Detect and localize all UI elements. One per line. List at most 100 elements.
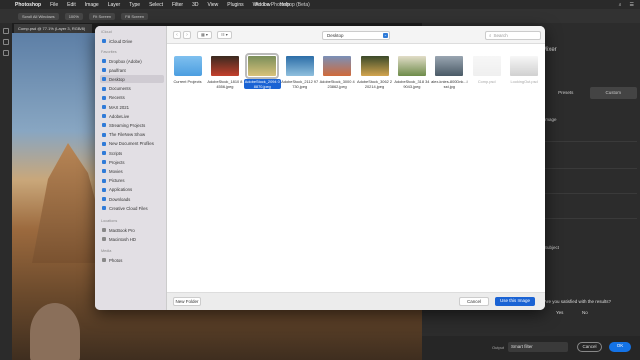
sidebar-item-label: Photos [109, 257, 123, 263]
scroll-all-windows-checkbox[interactable]: Scroll All Windows [18, 12, 59, 20]
menu-view[interactable]: View [208, 2, 219, 8]
sidebar-item-downloads[interactable]: Downloads [100, 195, 164, 203]
file-item[interactable]: AdobeStock_2112 97730.jpeg [281, 56, 318, 89]
tab-custom[interactable]: Custom [589, 87, 637, 99]
divider [542, 218, 637, 219]
chevron-down-icon: ⌄ [383, 33, 388, 38]
new-folder-button[interactable]: New Folder [173, 297, 201, 306]
file-item[interactable]: AdobeStock_318 349043.jpeg [393, 56, 430, 89]
sidebar-item-projects[interactable]: Projects [100, 158, 164, 166]
search-icon[interactable]: ⌕ [619, 2, 622, 8]
back-icon[interactable]: ‹ [173, 31, 181, 39]
file-name: AdobeStock_2112 97730.jpeg [281, 79, 319, 89]
forward-icon[interactable]: › [183, 31, 191, 39]
divider [542, 168, 637, 169]
group-view-icon[interactable]: ☷ ▾ [217, 31, 232, 39]
sidebar-item-the-filenew-show[interactable]: The FileNew Show [100, 131, 164, 139]
folder-icon [102, 206, 106, 211]
menu-file[interactable]: File [50, 2, 58, 8]
sidebar-item-label: paulfrant [109, 67, 126, 73]
file-thumbnail [360, 56, 389, 76]
menu-type[interactable]: Type [129, 2, 140, 8]
zoom-100-button[interactable]: 100% [64, 12, 83, 20]
sidebar-item-label: Downloads [109, 196, 131, 202]
panel-ok-button[interactable]: OK [609, 342, 631, 352]
sidebar-item-label: Pictures [109, 178, 125, 184]
folder-icon [102, 68, 106, 73]
output-label: Output [492, 345, 505, 350]
file-item[interactable]: LookingOut.psd [506, 56, 543, 84]
sidebar-item-streaming-projects[interactable]: Streaming Projects [100, 121, 164, 129]
fill-screen-button[interactable]: Fill Screen [121, 12, 149, 20]
file-item[interactable]: AdobeStock_3000 423862.jpeg [319, 56, 356, 89]
file-name: AdobeStock_3062 220214.jpeg [356, 79, 393, 89]
sidebar-item-dropbox-adobe-[interactable]: Dropbox (Adobe) [100, 57, 164, 65]
menu-bar: Photoshop File Edit Image Layer Type Sel… [0, 0, 640, 9]
no-radio[interactable]: No [582, 310, 588, 315]
search-field[interactable]: ⌕ Search [485, 31, 541, 40]
sidebar-item-label: The FileNew Show [109, 132, 146, 138]
file-grid: Current Projects AdobeStock_1810 84556.jp… [167, 44, 545, 292]
finder-sidebar: iCloud iCloud Drive Favorites Dropbox (A… [95, 26, 167, 310]
folder-icon [102, 123, 106, 128]
sidebar-item-applications[interactable]: Applications [100, 186, 164, 194]
feedback-question: Are you satisfied with the results? [544, 299, 612, 304]
sidebar-item-pictures[interactable]: Pictures [100, 177, 164, 185]
menu-filter[interactable]: Filter [172, 2, 183, 8]
file-item[interactable]: alex-knies-800Dnk...lsst.jpg [431, 56, 468, 89]
folder-item[interactable]: Current Projects [169, 56, 206, 84]
sidebar-item-macintosh-hd[interactable]: Macintosh HD [100, 235, 164, 243]
file-item[interactable]: AdobeStock_2094 08870.jpeg [243, 53, 281, 89]
folder-icon [102, 187, 106, 192]
sidebar-item-label: Scripts [109, 150, 123, 156]
sidebar-item-documents[interactable]: Documents [100, 85, 164, 93]
fit-screen-button[interactable]: Fit Screen [88, 12, 116, 20]
menu-layer[interactable]: Layer [108, 2, 121, 8]
sidebar-item-recents[interactable]: Recents [100, 94, 164, 102]
sidebar-header-favorites: Favorites [101, 50, 117, 54]
sidebar-item-label: New Document Profiles [109, 141, 154, 147]
sidebar-item-scripts[interactable]: Scripts [100, 149, 164, 157]
file-name: AdobeStock_1810 84556.jpeg [207, 79, 243, 89]
sidebar-item-movies[interactable]: Movies [100, 167, 164, 175]
tool-icon[interactable] [3, 28, 9, 34]
use-image-button[interactable]: Use this Image [495, 297, 535, 306]
sidebar-item-new-document-profiles[interactable]: New Document Profiles [100, 140, 164, 148]
menu-app-name[interactable]: Photoshop [15, 2, 41, 8]
yes-radio[interactable]: Yes [556, 310, 563, 315]
search-icon: ⌕ [489, 33, 492, 38]
sidebar-item-desktop[interactable]: Desktop [100, 75, 164, 84]
tool-icon[interactable] [3, 39, 9, 45]
document-tab[interactable]: Comp.psd @ 77.1% (Layer 3, RGB/8) [14, 24, 92, 33]
menu-edit[interactable]: Edit [67, 2, 76, 8]
sidebar-item-label: Recents [109, 95, 125, 101]
divider [542, 193, 637, 194]
menu-plugins[interactable]: Plugins [227, 2, 243, 8]
image-option-label[interactable]: Image [544, 117, 557, 122]
sidebar-item-label: Movies [109, 168, 123, 174]
file-item[interactable]: AdobeStock_1810 84556.jpeg [206, 56, 243, 89]
folder-icon [102, 86, 106, 91]
file-item[interactable]: Comp.psd [468, 56, 505, 84]
sidebar-item-paulfrant[interactable]: paulfrant [100, 66, 164, 74]
menu-3d[interactable]: 3D [192, 2, 198, 8]
sidebar-item-adobelive[interactable]: AdobeLive [100, 112, 164, 120]
file-thumbnail [323, 56, 352, 76]
control-center-icon[interactable]: ☰ [630, 2, 634, 8]
cancel-button[interactable]: Cancel [459, 297, 489, 306]
grid-view-icon[interactable]: ▦ ▾ [197, 31, 212, 39]
file-item[interactable]: AdobeStock_3062 220214.jpeg [356, 56, 393, 89]
sidebar-item-photos[interactable]: Photos [100, 256, 164, 264]
folder-icon [102, 105, 106, 109]
sidebar-item-macbook-pro[interactable]: MacBook Pro [100, 226, 164, 234]
output-select[interactable]: Smart filter [508, 342, 568, 352]
hand-tool-icon[interactable] [3, 50, 9, 56]
menu-image[interactable]: Image [85, 2, 99, 8]
menu-select[interactable]: Select [149, 2, 163, 8]
tab-presets[interactable]: Presets [542, 87, 590, 99]
panel-cancel-button[interactable]: Cancel [577, 342, 602, 352]
sidebar-item-max-2021[interactable]: MAX 2021 [100, 103, 164, 111]
sidebar-item-creative-cloud-files[interactable]: Creative Cloud Files [100, 204, 164, 212]
location-select[interactable]: Desktop ⌄ [322, 31, 390, 40]
sidebar-item-icloud-drive[interactable]: iCloud Drive [100, 37, 164, 45]
